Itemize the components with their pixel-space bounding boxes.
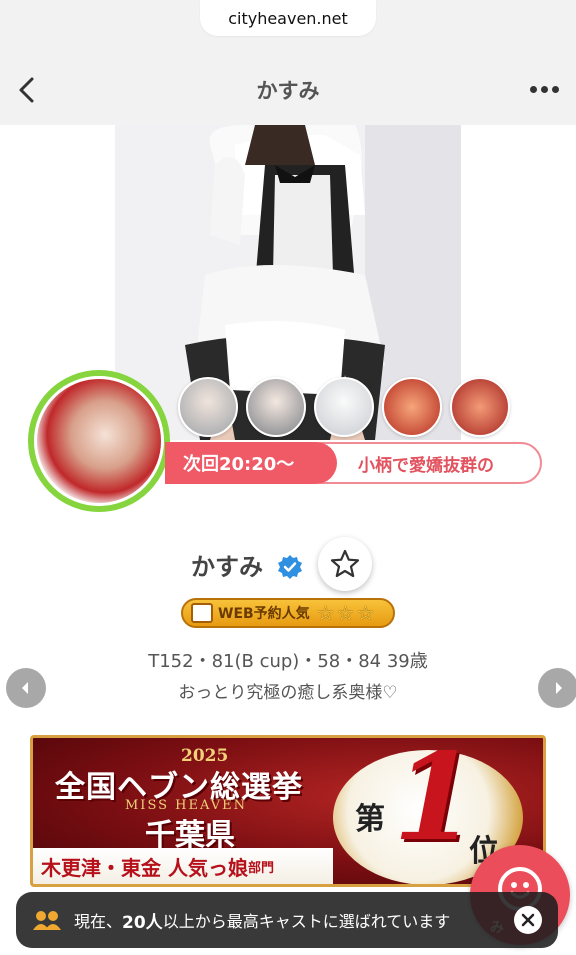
next-schedule-pill[interactable]: 次回20:20〜	[165, 442, 337, 484]
web-reservation-badge: WEB予約人気 ☆ ☆ ☆	[181, 598, 395, 628]
badge-label: WEB予約人気	[218, 606, 310, 622]
chevron-left-icon	[22, 682, 28, 694]
photo-thumbnail[interactable]	[382, 377, 442, 437]
badge-stars: ☆ ☆ ☆	[317, 603, 375, 623]
back-button[interactable]	[14, 74, 42, 106]
more-dot-icon	[529, 85, 537, 93]
photo-thumbnail[interactable]	[178, 377, 238, 437]
avatar[interactable]	[28, 370, 170, 512]
chevron-left-icon	[19, 77, 34, 103]
more-options-button[interactable]	[526, 78, 562, 100]
cast-name: かすみ	[191, 553, 263, 581]
body-stats: T152・81(B cup)・58・84 39歳	[148, 651, 428, 672]
toast-count: 20人	[122, 912, 163, 933]
toast-prefix: 現在、	[74, 912, 123, 931]
rank-prefix: 第	[355, 802, 385, 837]
profile-content: 次回20:20〜 小柄で愛嬌抜群の かすみ WEB予約人気 ☆ ☆ ☆ T152…	[0, 125, 576, 955]
star-icon: ☆	[356, 601, 375, 625]
star-icon: ☆	[316, 601, 335, 625]
more-dot-icon	[540, 85, 548, 93]
close-icon	[521, 913, 535, 927]
carousel-prev-button[interactable]	[6, 668, 46, 708]
photo-thumbnail[interactable]	[314, 377, 374, 437]
name-row: かすみ	[0, 533, 576, 591]
notification-toast: 現在、 20人 以上から最高キャストに選ばれています	[16, 892, 558, 948]
toast-close-button[interactable]	[514, 906, 542, 934]
verified-icon	[278, 555, 302, 579]
star-icon	[330, 549, 360, 578]
people-icon	[33, 911, 61, 930]
catchphrase: おっとり究極の癒し系奥様♡	[178, 683, 398, 703]
favorite-button[interactable]	[318, 537, 372, 591]
award-banner[interactable]: 2025 全国ヘブン総選挙 MISS HEAVEN 千葉県 木更津・東金 人気っ…	[30, 735, 546, 887]
page-title: かすみ	[256, 79, 320, 103]
url-bar[interactable]: cityheaven.net	[200, 0, 376, 36]
more-dot-icon	[551, 85, 559, 93]
photo-thumbnail[interactable]	[450, 377, 510, 437]
rank-number: 1	[393, 735, 477, 868]
chevron-right-icon	[556, 682, 562, 694]
division-label: 木更津・東金 人気っ娘	[41, 855, 248, 880]
carousel-next-button[interactable]	[538, 668, 576, 708]
photo-thumbnail[interactable]	[246, 377, 306, 437]
star-icon: ☆	[336, 601, 355, 625]
photo-thumbnails	[178, 377, 510, 437]
banner-division: 木更津・東金 人気っ娘 部門	[33, 848, 333, 884]
toast-suffix: 以上から最高キャストに選ばれています	[162, 912, 451, 931]
url-text: cityheaven.net	[228, 8, 348, 28]
calendar-icon	[191, 603, 213, 623]
app-header: かすみ	[0, 58, 576, 122]
division-suffix: 部門	[247, 860, 274, 876]
avatar-image	[34, 376, 164, 506]
